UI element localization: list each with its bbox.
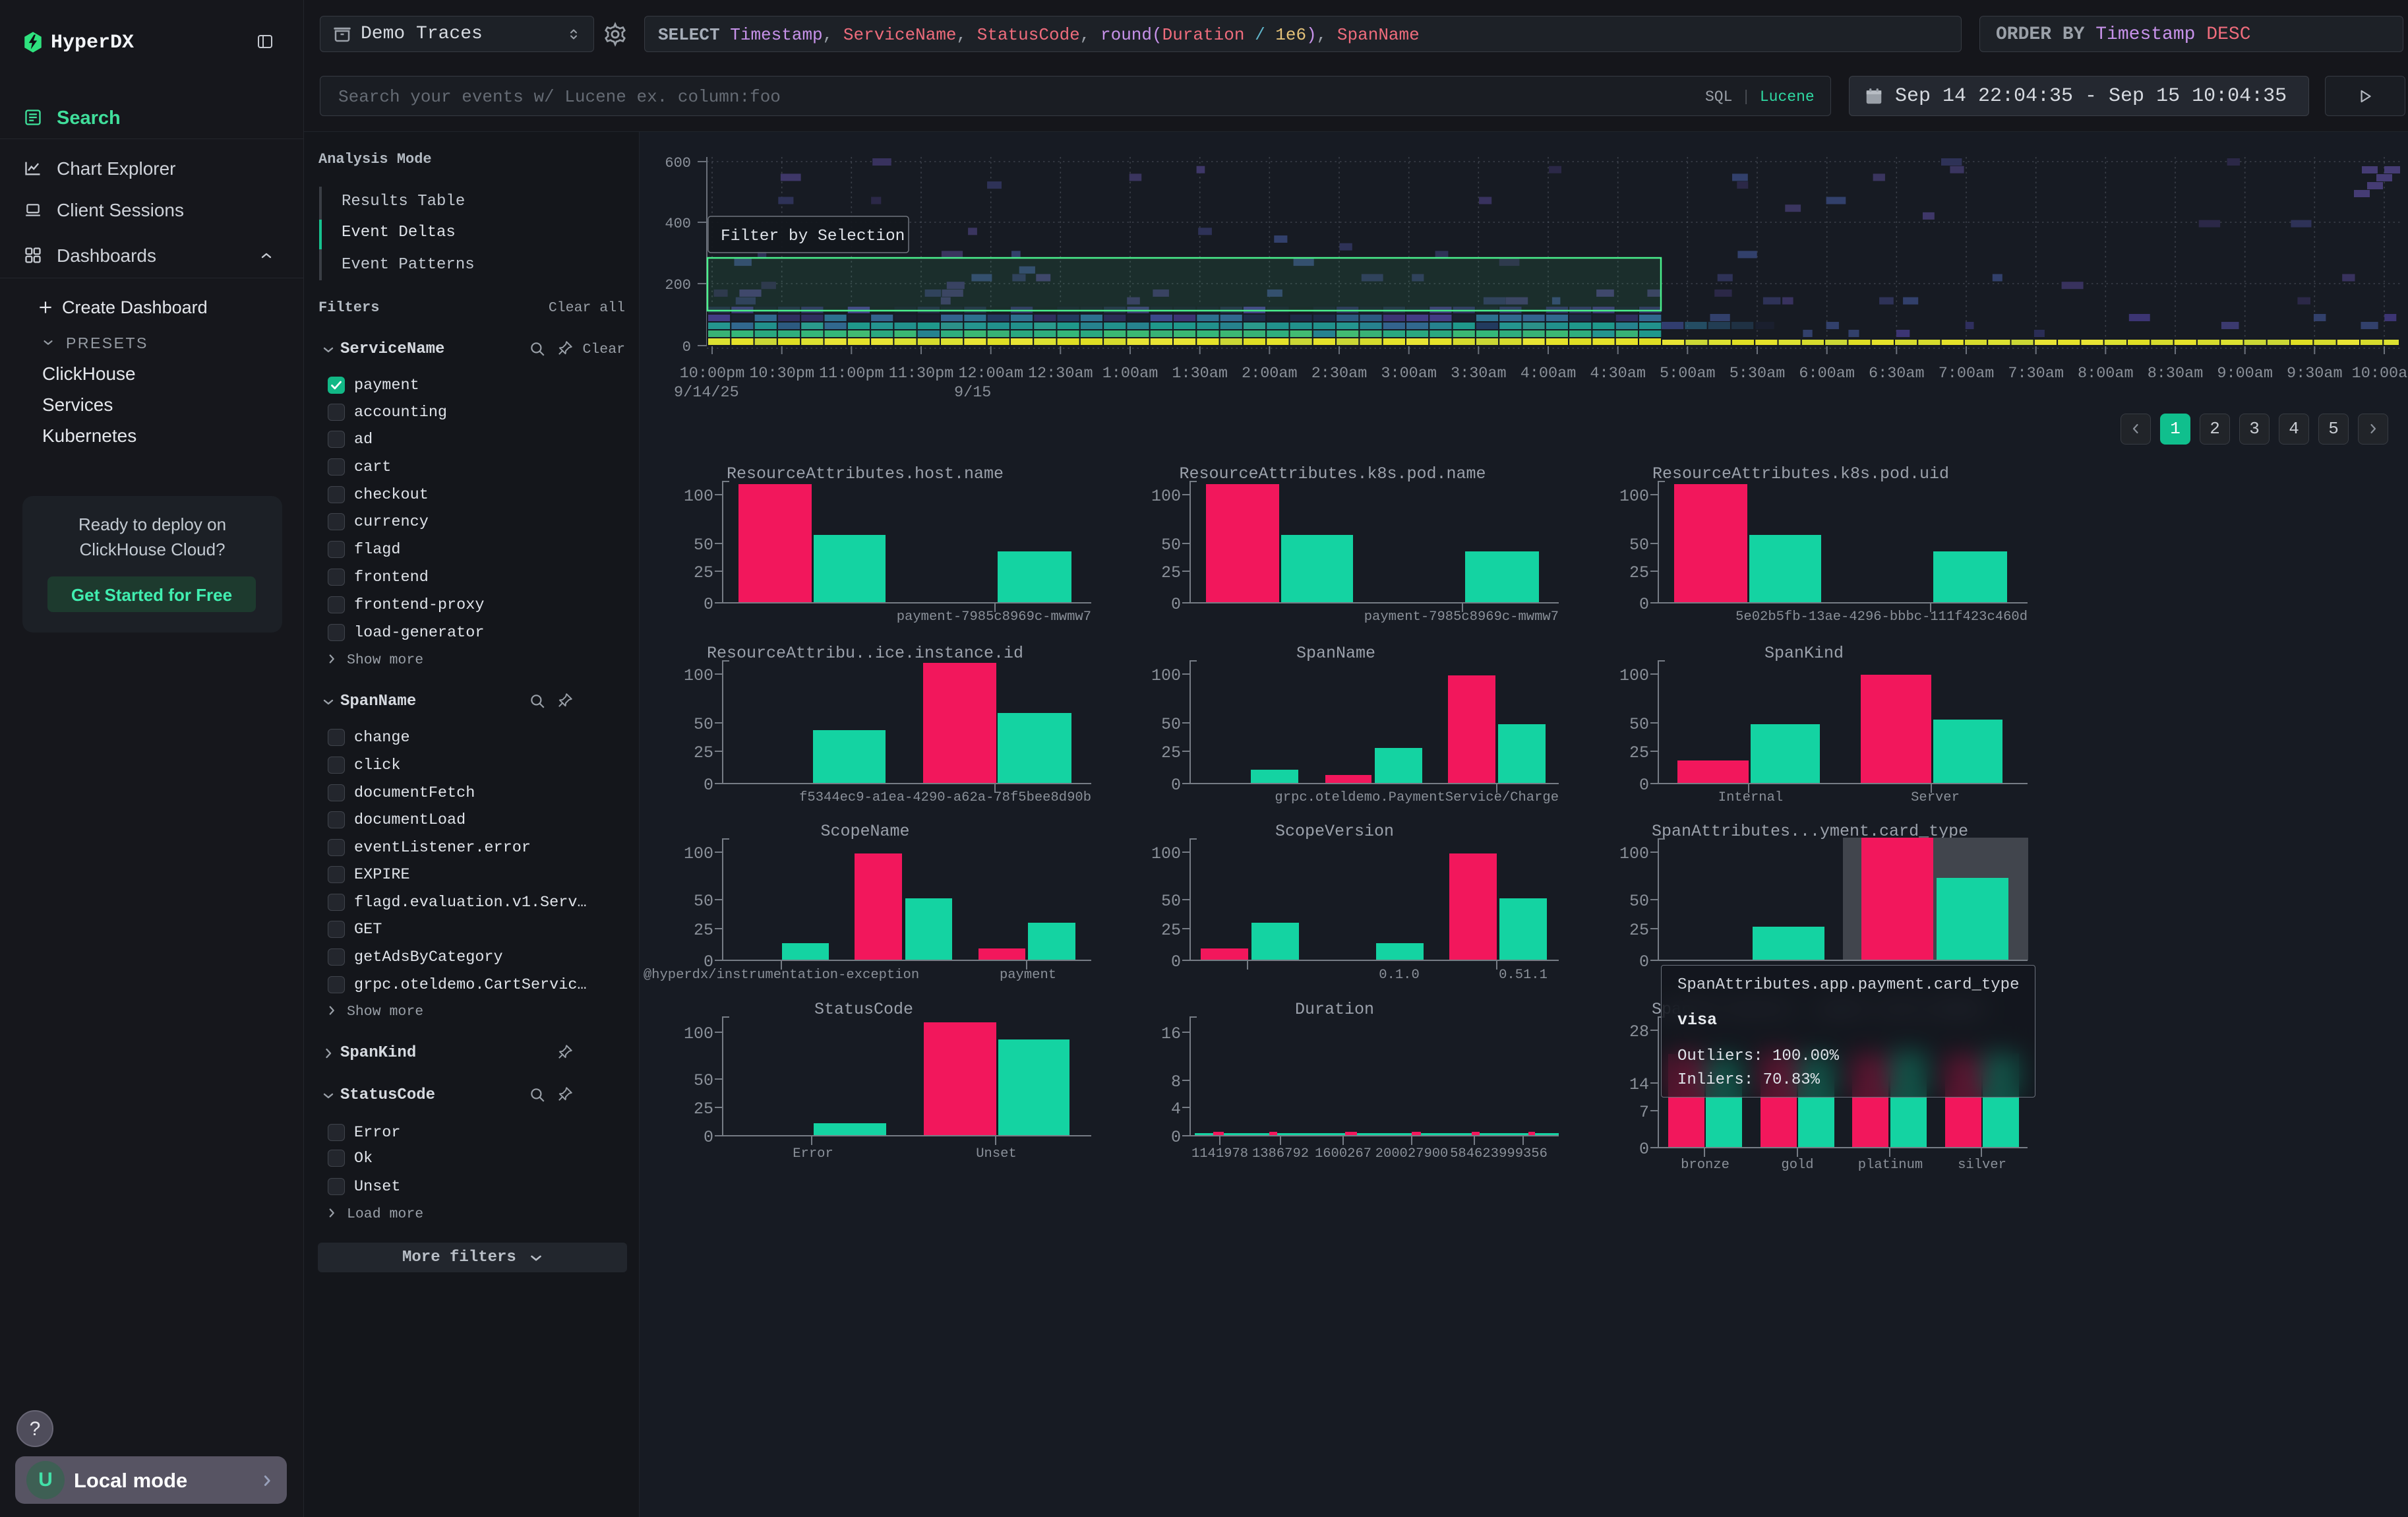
svg-text:100: 100	[1619, 487, 1649, 506]
svg-text:14: 14	[1629, 1075, 1649, 1094]
svg-text:25: 25	[694, 563, 713, 582]
svg-text:0: 0	[704, 776, 713, 795]
svg-text:50: 50	[694, 715, 713, 734]
svg-text:SpanName: SpanName	[1296, 644, 1375, 663]
svg-text:0: 0	[704, 595, 713, 614]
svg-text:100: 100	[1151, 487, 1181, 506]
svg-text:999356: 999356	[1499, 1146, 1548, 1161]
svg-text:28: 28	[1629, 1022, 1649, 1041]
svg-text:50: 50	[694, 536, 713, 555]
svg-text:50: 50	[1629, 892, 1649, 911]
svg-text:0: 0	[1639, 776, 1649, 795]
svg-text:1141978: 1141978	[1191, 1146, 1248, 1161]
svg-text:100: 100	[1619, 844, 1649, 863]
svg-text:50: 50	[1629, 715, 1649, 734]
svg-text:50: 50	[694, 1071, 713, 1090]
svg-text:ResourceAttributes.k8s.pod.nam: ResourceAttributes.k8s.pod.name	[1179, 464, 1486, 483]
svg-text:100: 100	[1151, 844, 1181, 863]
svg-text:4: 4	[1171, 1099, 1181, 1119]
svg-text:Unset: Unset	[976, 1146, 1017, 1161]
svg-text:50: 50	[1161, 536, 1181, 555]
svg-text:100: 100	[1619, 666, 1649, 685]
svg-text:@hyperdx/instrumentation-excep: @hyperdx/instrumentation-exception	[644, 968, 919, 983]
svg-text:Server: Server	[1911, 790, 1960, 805]
svg-text:platinum: platinum	[1858, 1158, 1923, 1173]
svg-text:Duration: Duration	[1295, 1000, 1374, 1019]
svg-text:0: 0	[704, 1128, 713, 1147]
svg-text:25: 25	[694, 743, 713, 762]
svg-text:bronze: bronze	[1681, 1158, 1730, 1173]
svg-text:25: 25	[1629, 743, 1649, 762]
svg-text:SpanKind: SpanKind	[1764, 644, 1844, 663]
svg-text:0: 0	[1171, 595, 1181, 614]
svg-text:50: 50	[694, 892, 713, 911]
svg-text:Error: Error	[793, 1146, 833, 1161]
svg-text:0: 0	[1171, 1128, 1181, 1147]
svg-text:0.51.1: 0.51.1	[1499, 968, 1548, 983]
svg-text:f5344ec9-a1ea-4290-a62a-78f5be: f5344ec9-a1ea-4290-a62a-78f5bee8d90b	[799, 790, 1091, 805]
svg-text:0: 0	[1639, 952, 1649, 972]
svg-text:silver: silver	[1958, 1158, 2006, 1173]
svg-text:100: 100	[684, 487, 713, 506]
svg-text:gold: gold	[1781, 1158, 1813, 1173]
svg-text:7: 7	[1639, 1103, 1649, 1122]
svg-text:25: 25	[1161, 563, 1181, 582]
svg-text:ScopeVersion: ScopeVersion	[1275, 822, 1394, 841]
svg-text:0: 0	[1639, 595, 1649, 614]
svg-text:0: 0	[1639, 1140, 1649, 1159]
svg-text:100: 100	[684, 844, 713, 863]
svg-text:50: 50	[1629, 536, 1649, 555]
svg-text:payment-7985c8969c-mwmw7: payment-7985c8969c-mwmw7	[897, 609, 1091, 625]
svg-text:5e02b5fb-13ae-4296-bbbc-111f42: 5e02b5fb-13ae-4296-bbbc-111f423c460d	[1735, 609, 2028, 625]
svg-text:1600267: 1600267	[1315, 1146, 1371, 1161]
svg-text:grpc.oteldemo.PaymentService/C: grpc.oteldemo.PaymentService/Charge	[1275, 790, 1559, 805]
svg-text:25: 25	[1629, 563, 1649, 582]
svg-text:Internal: Internal	[1718, 790, 1783, 805]
svg-text:584623: 584623	[1450, 1146, 1499, 1161]
svg-text:25: 25	[1161, 743, 1181, 762]
svg-text:ResourceAttribu..ice.instance.: ResourceAttribu..ice.instance.id	[707, 644, 1023, 663]
svg-text:100: 100	[684, 666, 713, 685]
svg-text:25: 25	[1629, 921, 1649, 940]
svg-text:0.1.0: 0.1.0	[1379, 968, 1420, 983]
svg-text:payment-7985c8969c-mwmw7: payment-7985c8969c-mwmw7	[1364, 609, 1559, 625]
svg-text:25: 25	[694, 921, 713, 940]
svg-text:1386792: 1386792	[1252, 1146, 1309, 1161]
svg-text:0: 0	[1171, 952, 1181, 972]
svg-text:ScopeName: ScopeName	[820, 822, 909, 841]
svg-text:50: 50	[1161, 892, 1181, 911]
svg-text:50: 50	[1161, 715, 1181, 734]
svg-text:payment: payment	[1000, 968, 1056, 983]
svg-text:25: 25	[694, 1099, 713, 1119]
svg-text:0: 0	[1171, 776, 1181, 795]
svg-text:16: 16	[1161, 1024, 1181, 1043]
svg-text:StatusCode: StatusCode	[814, 1000, 913, 1019]
svg-text:100: 100	[1151, 666, 1181, 685]
svg-text:ResourceAttributes.k8s.pod.uid: ResourceAttributes.k8s.pod.uid	[1652, 464, 1949, 483]
svg-text:100: 100	[684, 1024, 713, 1043]
svg-text:25: 25	[1161, 921, 1181, 940]
svg-text:8: 8	[1171, 1072, 1181, 1092]
svg-text:200027900: 200027900	[1375, 1146, 1449, 1161]
svg-text:ResourceAttributes.host.name: ResourceAttributes.host.name	[727, 464, 1004, 483]
